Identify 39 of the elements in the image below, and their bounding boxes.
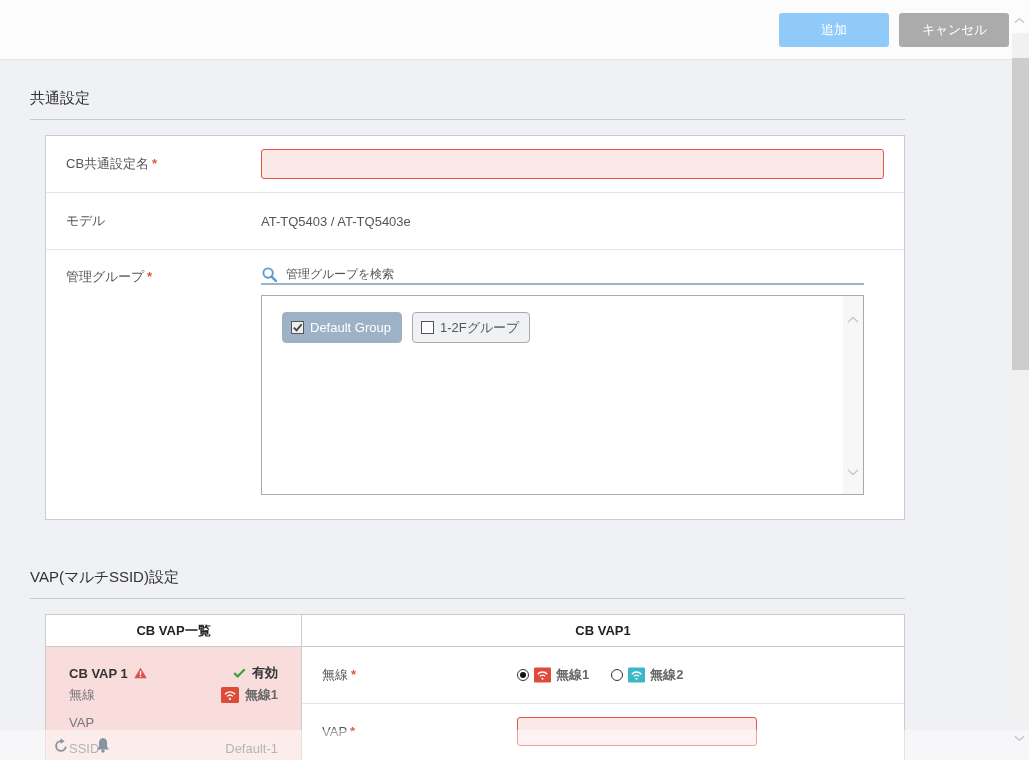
chevron-up-icon[interactable] xyxy=(1014,17,1025,24)
field-label: 無線 * xyxy=(322,666,357,684)
field-value: 無線1 xyxy=(244,686,278,704)
checkbox[interactable] xyxy=(420,321,434,334)
column-header: CB VAP1 xyxy=(575,623,631,638)
vap-name: CB VAP 1 xyxy=(69,665,128,681)
toolbar-button[interactable]: キャンセル xyxy=(899,12,1009,47)
field-label: SSID xyxy=(69,740,100,756)
status-text: 有効 xyxy=(252,664,278,682)
field-label: CB共通設定名 * xyxy=(66,155,158,173)
refresh-icon[interactable] xyxy=(54,737,69,753)
column-header: CB VAP一覧 xyxy=(136,621,211,640)
name-input[interactable] xyxy=(261,149,884,179)
chevron-up-icon[interactable] xyxy=(847,316,859,323)
scrollbar-thumb[interactable] xyxy=(1012,58,1029,370)
radio-button[interactable] xyxy=(611,669,624,681)
section-title: VAP(マルチSSID)設定 xyxy=(30,567,179,587)
field-label: VAP * xyxy=(322,722,356,741)
search-icon xyxy=(262,267,277,282)
field-label: VAP xyxy=(69,714,95,730)
model-value: AT-TQ5403 / AT-TQ5403e xyxy=(261,213,411,229)
section-title: 共通設定 xyxy=(30,88,90,108)
radio-button[interactable] xyxy=(517,669,529,681)
group-chip[interactable]: Default Group xyxy=(282,312,402,343)
warning-icon xyxy=(133,667,147,679)
scrollbar[interactable] xyxy=(843,296,863,494)
field-label: 無線 xyxy=(69,686,95,704)
checkbox[interactable] xyxy=(291,321,304,334)
field-value: Default-1 xyxy=(225,740,278,756)
search-field[interactable]: 管理グループを検索 xyxy=(261,265,864,285)
radio-label: 無線2 xyxy=(650,666,684,684)
field-label: モデル xyxy=(66,212,105,230)
vap-list-item[interactable]: CB VAP 1 有効 無線 無線1 VAP SSID Default-1 xyxy=(46,647,301,760)
field-label: 管理グループ * xyxy=(66,268,153,286)
chevron-down-icon[interactable] xyxy=(1014,735,1025,742)
vap-input[interactable] xyxy=(517,717,757,746)
group-chip[interactable]: 1-2Fグループ xyxy=(411,312,530,343)
radio-label: 無線1 xyxy=(556,666,590,684)
chevron-down-icon[interactable] xyxy=(847,469,859,476)
